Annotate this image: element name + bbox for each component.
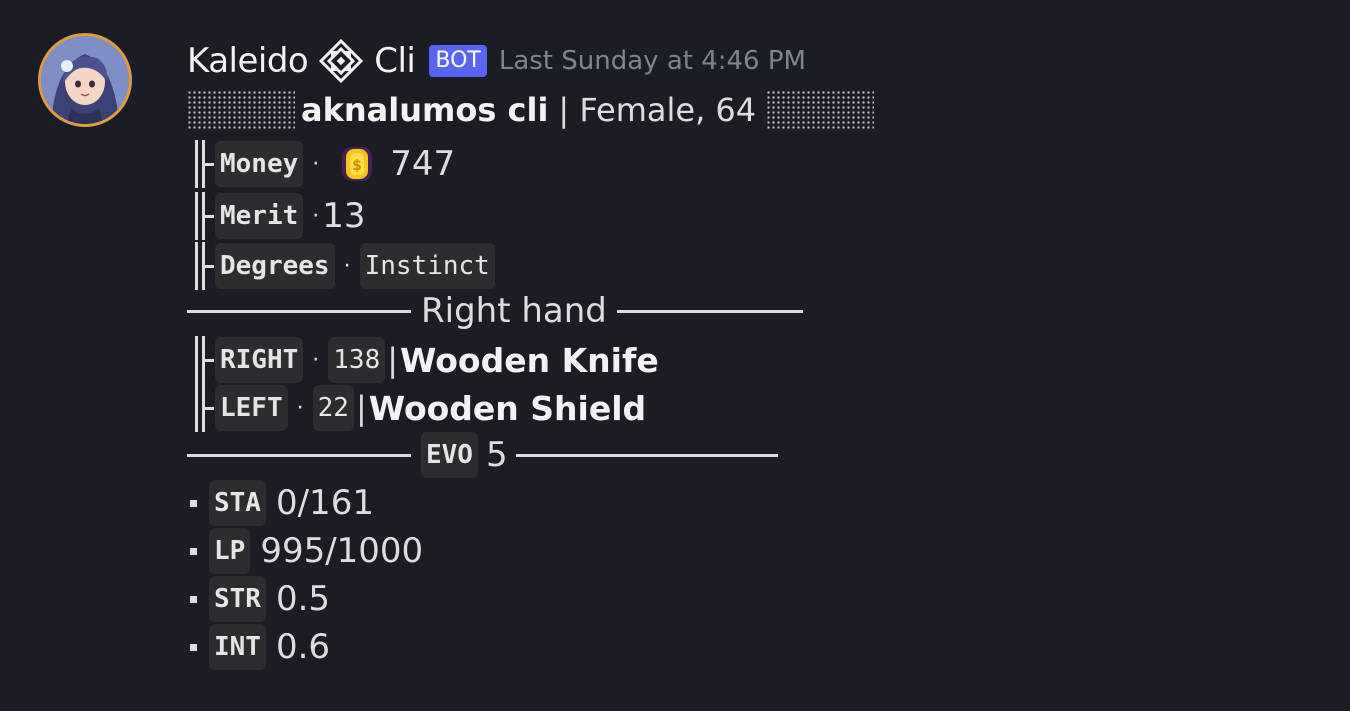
attribute-value: 0.5 [275,579,331,619]
tree-branch-icon [191,140,215,188]
profile-details: | Female, 64 [558,91,757,129]
bullet-icon [190,499,197,507]
right-slot-item: Wooden Knife [400,340,659,380]
profile-line: aknalumos cli | Female, 64 [187,90,875,130]
attribute-row: STA 0/161 [187,480,374,526]
right-hand-divider: Right hand [187,291,803,331]
degrees-value: Instinct [359,243,495,289]
bullet-icon [190,547,197,555]
avatar-image [41,36,129,124]
evo-value: 5 [485,435,508,475]
money-label: Money [215,141,304,187]
attribute-label: INT [209,624,266,670]
evo-divider: EVO 5 [187,432,778,478]
attribute-row: INT 0.6 [187,624,330,670]
evo-label: EVO [421,432,478,478]
message-header: Kaleido Cli BOT Last Sunday at 4:46 PM [187,36,806,86]
divider-line-left [187,453,411,457]
diamond-emblem-icon [318,38,364,84]
divider-line-left [187,309,411,313]
bullet-icon [190,595,197,603]
attribute-row: LP 995/1000 [187,528,423,574]
tree-branch-icon [191,384,215,432]
separator-dot: · [296,395,304,421]
bullet-icon [190,643,197,651]
attribute-label: STA [209,480,266,526]
right-slot-number: 138 [328,337,386,383]
right-hand-title: Right hand [421,291,607,331]
divider-line-right [515,453,778,457]
bot-tag: BOT [429,45,487,77]
degrees-row: Degrees · Instinct [187,242,495,290]
merit-label: Merit [215,193,304,239]
separator-dot: · [312,203,320,229]
attribute-label: STR [209,576,266,622]
degrees-label: Degrees [215,243,335,289]
svg-text:$: $ [352,158,362,174]
separator-dot: · [312,151,320,177]
left-slot-label: LEFT [215,385,288,431]
right-slot-row: RIGHT · 138 | Wooden Knife [187,336,659,384]
username-right[interactable]: Cli [374,41,416,81]
pipe-separator: | [355,389,367,427]
avatar[interactable] [38,33,132,127]
money-row: Money · $ 747 [187,140,455,188]
attribute-value: 0/161 [275,483,374,523]
timestamp[interactable]: Last Sunday at 4:46 PM [499,46,806,76]
pipe-separator: | [387,341,399,379]
left-slot-row: LEFT · 22 | Wooden Shield [187,384,646,432]
right-slot-label: RIGHT [215,337,304,383]
attribute-label: LP [209,528,251,574]
attribute-row: STR 0.5 [187,576,330,622]
tree-branch-icon [191,242,215,290]
merit-row: Merit · 13 [187,192,366,240]
attribute-value: 0.6 [275,627,331,667]
separator-dot: · [312,347,320,373]
tree-branch-icon [191,336,215,384]
profile-name: aknalumos cli [301,91,549,129]
separator-dot: · [343,253,351,279]
attribute-value: 995/1000 [260,531,424,571]
divider-line-right [616,309,803,313]
money-value: 747 [390,144,456,184]
left-slot-item: Wooden Shield [368,388,647,428]
merit-value: 13 [322,196,366,236]
username-left[interactable]: Kaleido [187,41,309,81]
coin-icon: $ [338,143,376,185]
dotted-pattern-right [766,90,875,130]
dotted-pattern-left [187,90,295,130]
left-slot-number: 22 [312,385,354,431]
tree-branch-icon [191,192,215,240]
